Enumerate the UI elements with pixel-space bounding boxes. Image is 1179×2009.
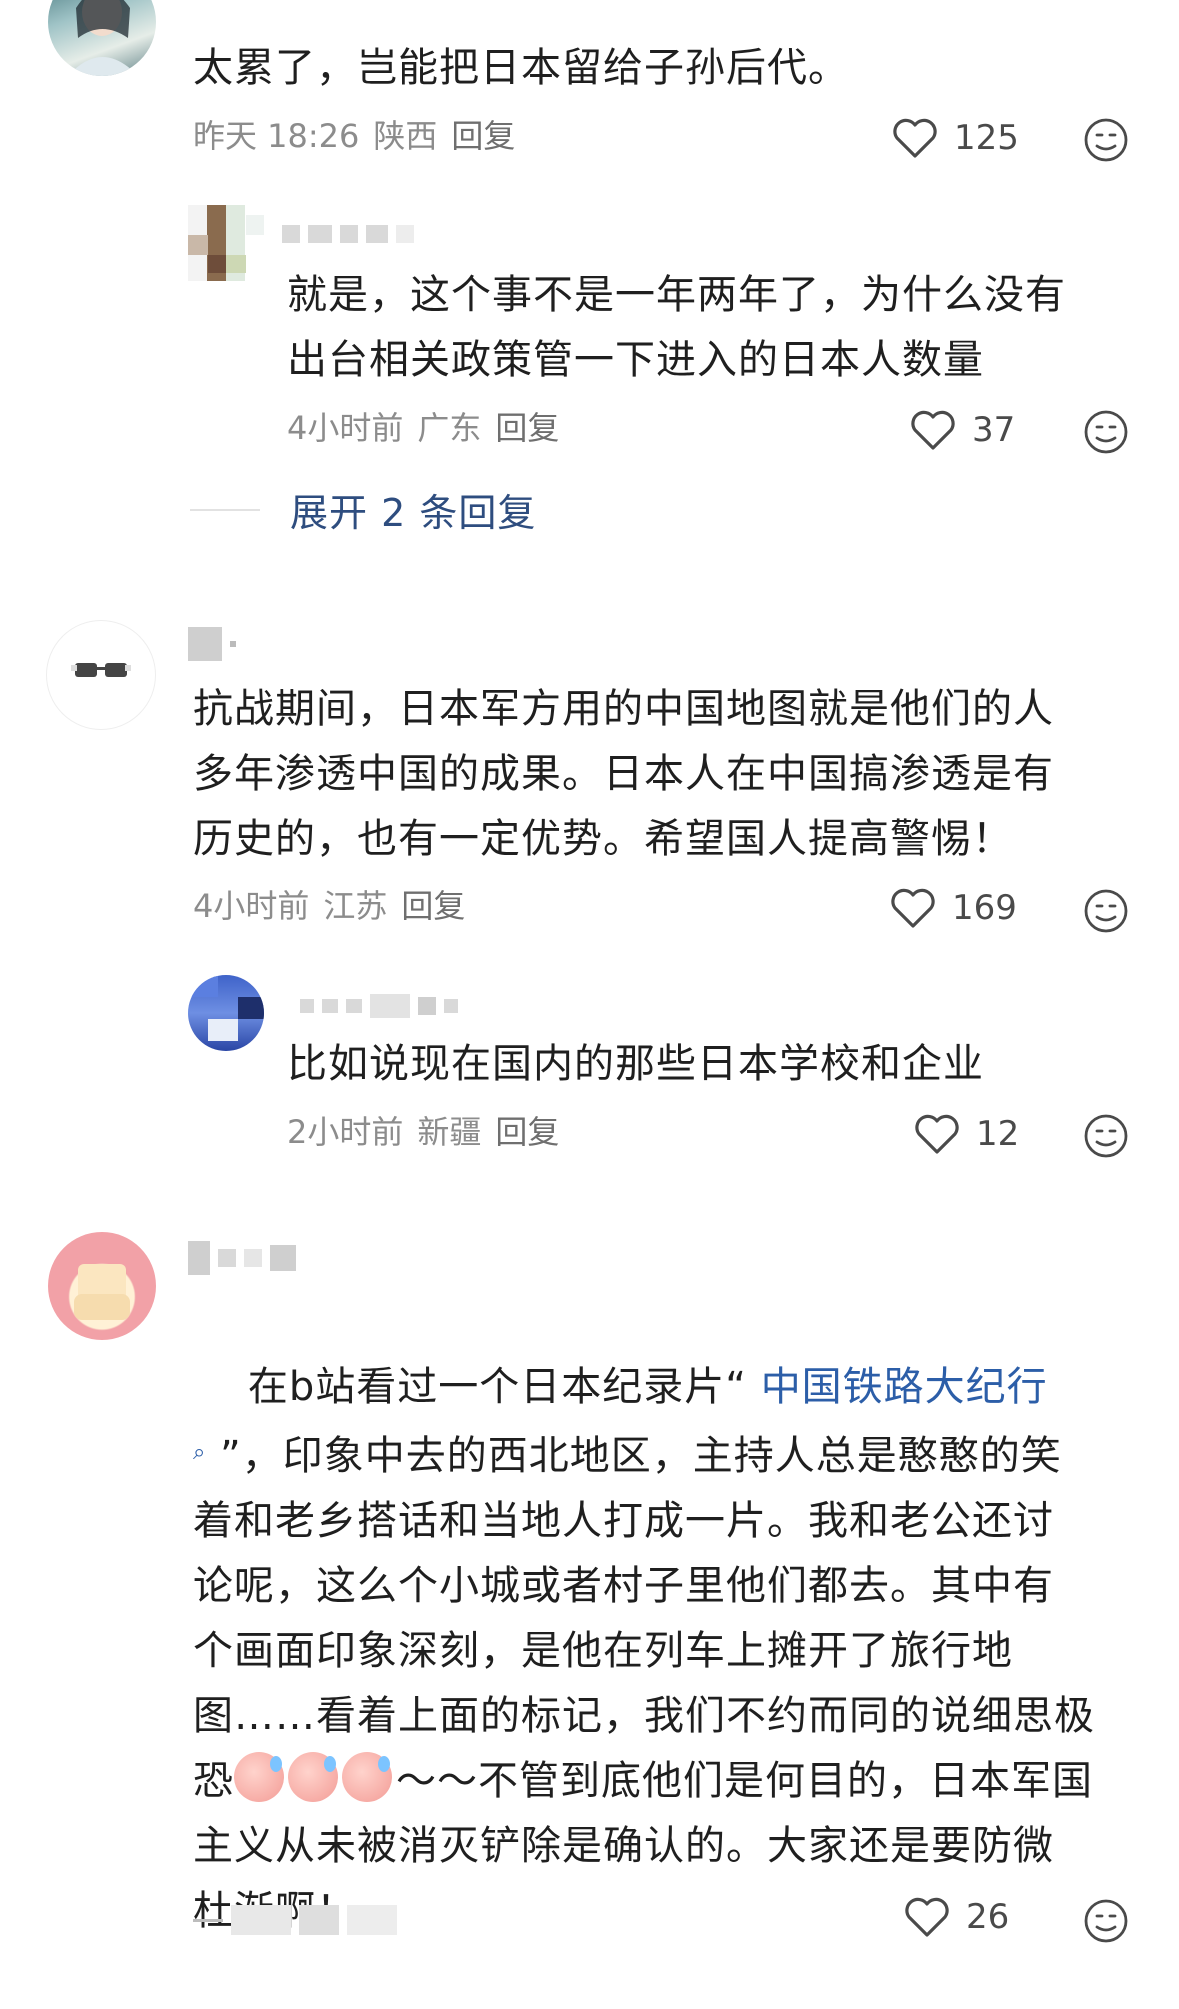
- like-count: 26: [966, 1897, 1010, 1937]
- avatar-illustration: [71, 663, 131, 677]
- comment-text: 太累了，岂能把日本留给子孙后代。: [193, 45, 849, 91]
- divider: [190, 508, 260, 511]
- comment-meta: 昨天 18:26 陕西 回复: [193, 116, 515, 156]
- reply-location: 新疆: [417, 1113, 482, 1151]
- comment-meta-blurred: [193, 1900, 397, 1940]
- like-button[interactable]: 169: [888, 886, 1017, 930]
- reply-text: 比如说现在国内的那些日本学校和企业: [287, 1041, 984, 1087]
- comment-time: 昨天 18:26: [193, 117, 360, 155]
- comment-time: 4小时前: [193, 887, 310, 925]
- reply-button[interactable]: 回复: [495, 408, 559, 448]
- reply-time: 4小时前: [287, 409, 404, 447]
- avatar[interactable]: [46, 620, 156, 730]
- reply-button[interactable]: 回复: [495, 1112, 559, 1152]
- heart-outline-icon: [893, 118, 937, 158]
- comment-location: 江苏: [323, 887, 388, 925]
- like-count: 169: [952, 888, 1017, 928]
- like-button[interactable]: 26: [902, 1895, 1009, 1939]
- like-count: 37: [972, 410, 1016, 450]
- comment-text-middle: ”，印象中去的西北地区，主持人总是憨憨的笑 着和老乡搭话和当地人打成一片。我和老…: [193, 1433, 1095, 1804]
- like-button[interactable]: 37: [908, 408, 1015, 452]
- reply-username-blurred[interactable]: [300, 986, 458, 1026]
- username-blurred[interactable]: [188, 624, 236, 664]
- reply-username-blurred[interactable]: [282, 214, 414, 254]
- search-icon[interactable]: ⌕: [193, 1440, 206, 1465]
- like-count: 12: [976, 1114, 1020, 1154]
- reply-button[interactable]: 回复: [451, 116, 515, 156]
- emoji-face-icon[interactable]: [1083, 1898, 1129, 1944]
- emoji-face-icon[interactable]: [1083, 409, 1129, 455]
- crying-sticker: [234, 1752, 284, 1802]
- reply-meta: 4小时前 广东 回复: [287, 408, 559, 448]
- crying-sticker: [342, 1752, 392, 1802]
- search-link[interactable]: 中国铁路大纪行: [761, 1364, 1048, 1410]
- reply-avatar[interactable]: [188, 205, 264, 281]
- emoji-face-icon[interactable]: [1083, 1113, 1129, 1159]
- reply-button[interactable]: 回复: [401, 886, 465, 926]
- comment-location: 陕西: [373, 117, 438, 155]
- comment-text-start: 在b站看过一个日本纪录片“: [247, 1364, 761, 1410]
- avatar-mosaic: [188, 215, 264, 273]
- like-count: 125: [954, 118, 1019, 158]
- avatar[interactable]: [48, 0, 156, 76]
- expand-replies-label: 展开 2 条回复: [290, 491, 537, 535]
- heart-outline-icon: [915, 1114, 959, 1154]
- comment-text: 抗战期间，日本军方用的中国地图就是他们的人 多年渗透中国的成果。日本人在中国搞渗…: [193, 686, 1054, 862]
- heart-outline-icon: [891, 888, 935, 928]
- like-button[interactable]: 125: [890, 116, 1019, 160]
- reply-time: 2小时前: [287, 1113, 404, 1151]
- avatar-illustration: [68, 0, 138, 76]
- username-blurred[interactable]: [188, 1238, 296, 1278]
- reply-text: 就是，这个事不是一年两年了，为什么没有 出台相关政策管一下进入的日本人数量: [287, 272, 1066, 383]
- emoji-face-icon[interactable]: [1083, 888, 1129, 934]
- avatar[interactable]: [48, 1232, 156, 1340]
- avatar-mosaic: [188, 975, 264, 1041]
- reply-location: 广东: [417, 409, 482, 447]
- comment-meta: 4小时前 江苏 回复: [193, 886, 465, 926]
- heart-outline-icon: [905, 1897, 949, 1937]
- expand-replies-button[interactable]: 展开 2 条回复: [190, 482, 536, 537]
- avatar-illustration: [74, 1264, 130, 1320]
- heart-outline-icon: [911, 410, 955, 450]
- emoji-face-icon[interactable]: [1083, 117, 1129, 163]
- crying-sticker: [288, 1752, 338, 1802]
- like-button[interactable]: 12: [912, 1112, 1019, 1156]
- reply-meta: 2小时前 新疆 回复: [287, 1112, 559, 1152]
- reply-avatar[interactable]: [188, 975, 264, 1051]
